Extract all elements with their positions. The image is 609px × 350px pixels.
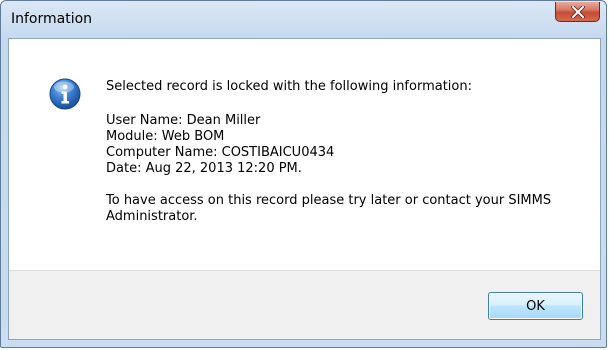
dialog-window: Information Selected record is locked wi…: [0, 0, 607, 348]
detail-date: Date: Aug 22, 2013 12:20 PM.: [106, 161, 302, 176]
message-footer: To have access on this record please try…: [106, 193, 552, 224]
dialog-body: Selected record is locked with the follo…: [8, 38, 601, 340]
detail-computer-name: Computer Name: COSTIBAICU0434: [106, 145, 335, 160]
title-bar[interactable]: Information: [1, 1, 606, 38]
button-bar: OK: [9, 270, 600, 339]
detail-user-name: User Name: Dean Miller: [106, 113, 261, 128]
message-intro: Selected record is locked with the follo…: [106, 79, 472, 94]
close-icon: [570, 5, 585, 18]
detail-module: Module: Web BOM: [106, 129, 225, 144]
info-icon: [49, 78, 81, 110]
message-text: Selected record is locked with the follo…: [106, 79, 586, 225]
close-button[interactable]: [555, 2, 600, 22]
window-title: Information: [11, 11, 93, 27]
message-area: Selected record is locked with the follo…: [9, 39, 600, 270]
ok-button[interactable]: OK: [488, 292, 583, 320]
